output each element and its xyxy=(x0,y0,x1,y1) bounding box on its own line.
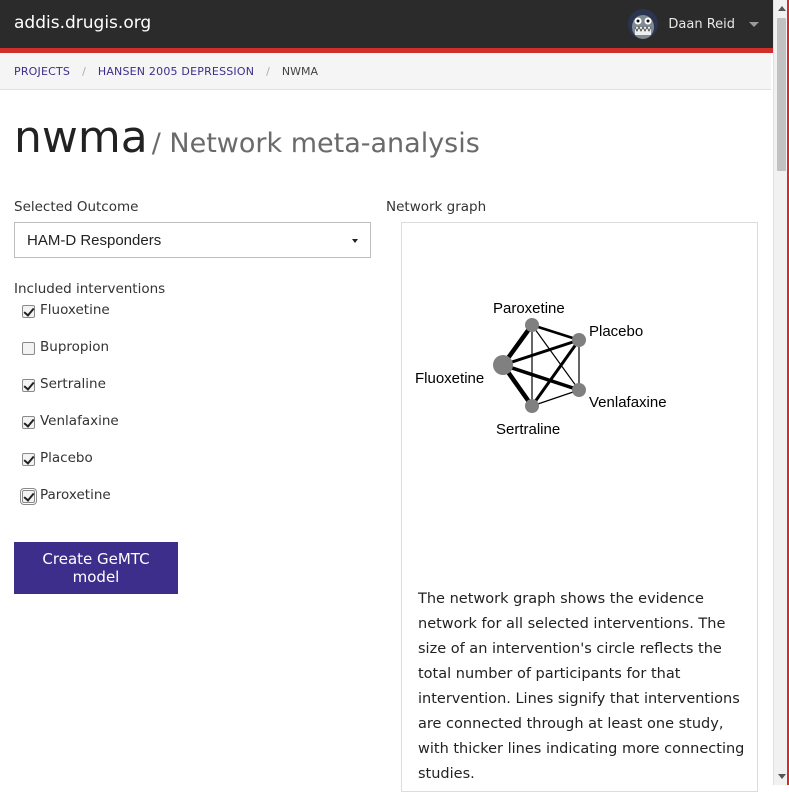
node-label-placebo: Placebo xyxy=(589,323,643,340)
intervention-row[interactable]: Sertraline xyxy=(22,376,119,413)
node-label-sertraline: Sertraline xyxy=(496,421,560,438)
analysis-title: nwma xyxy=(14,112,148,163)
analysis-subtitle: / Network meta-analysis xyxy=(151,128,480,159)
intervention-row[interactable]: Paroxetine xyxy=(20,487,119,524)
node-label-fluoxetine: Fluoxetine xyxy=(415,370,484,387)
intervention-checkbox[interactable] xyxy=(20,488,37,505)
outcome-label: Selected Outcome xyxy=(14,199,139,215)
outcome-selected-value: HAM-D Responders xyxy=(27,231,162,249)
network-graph-description: The network graph shows the evidence net… xyxy=(418,591,745,782)
intervention-row[interactable]: Fluoxetine xyxy=(22,302,119,339)
interventions-list: Fluoxetine Bupropion Sertraline Venlafax… xyxy=(20,302,119,524)
intervention-label: Fluoxetine xyxy=(40,302,110,318)
breadcrumb-project[interactable]: HANSEN 2005 DEPRESSION xyxy=(98,65,254,78)
intervention-checkbox[interactable] xyxy=(22,342,35,355)
outcome-select[interactable]: HAM-D Responders xyxy=(14,222,371,258)
scroll-up-arrow-icon[interactable] xyxy=(778,6,786,11)
intervention-checkbox[interactable] xyxy=(22,379,35,392)
breadcrumb: PROJECTS / HANSEN 2005 DEPRESSION / NWMA xyxy=(0,53,771,90)
interventions-label: Included interventions xyxy=(14,281,166,297)
edge-placebo-sertraline xyxy=(530,338,581,408)
network-graph-label: Network graph xyxy=(386,199,487,215)
node-venlafaxine xyxy=(572,383,586,397)
node-label-venlafaxine: Venlafaxine xyxy=(589,394,667,411)
caret-down-icon xyxy=(352,239,358,243)
intervention-label: Placebo xyxy=(40,450,93,466)
user-menu[interactable]: Daan Reid xyxy=(628,8,759,40)
page-title: nwma / Network meta-analysis xyxy=(14,112,480,163)
intervention-label: Venlafaxine xyxy=(40,413,119,429)
intervention-row[interactable]: Placebo xyxy=(22,450,119,487)
node-paroxetine xyxy=(525,318,539,332)
intervention-checkbox[interactable] xyxy=(22,416,35,429)
breadcrumb-separator: / xyxy=(266,64,270,78)
breadcrumb-current: NWMA xyxy=(281,64,319,78)
scroll-down-arrow-icon[interactable] xyxy=(778,774,786,779)
breadcrumb-projects[interactable]: PROJECTS xyxy=(14,65,70,78)
node-placebo xyxy=(572,333,586,347)
intervention-checkbox[interactable] xyxy=(22,305,35,318)
chevron-down-icon[interactable] xyxy=(749,21,759,27)
user-name: Daan Reid xyxy=(668,16,735,32)
intervention-row[interactable]: Venlafaxine xyxy=(22,413,119,450)
node-fluoxetine xyxy=(493,355,513,375)
breadcrumb-separator: / xyxy=(82,64,86,78)
network-graph-panel: Paroxetine Placebo Fluoxetine Venlafaxin… xyxy=(401,222,758,792)
top-navbar: addis.drugis.org Daan Reid xyxy=(0,0,773,53)
scrollbar-thumb[interactable] xyxy=(777,18,786,171)
edge-paroxetine-placebo xyxy=(530,323,581,342)
intervention-row[interactable]: Bupropion xyxy=(22,339,119,376)
intervention-label: Sertraline xyxy=(40,376,106,392)
intervention-checkbox[interactable] xyxy=(22,453,35,466)
intervention-label: Paroxetine xyxy=(40,487,111,503)
brand-link[interactable]: addis.drugis.org xyxy=(14,13,151,33)
node-label-paroxetine: Paroxetine xyxy=(493,300,565,317)
node-sertraline xyxy=(525,399,539,413)
intervention-label: Bupropion xyxy=(40,339,110,355)
create-gemtc-model-button[interactable]: Create GeMTC model xyxy=(14,542,178,594)
user-avatar xyxy=(628,9,659,39)
network-graph: Paroxetine Placebo Fluoxetine Venlafaxin… xyxy=(415,300,667,438)
edge-paroxetine-venlafaxine xyxy=(531,324,580,391)
